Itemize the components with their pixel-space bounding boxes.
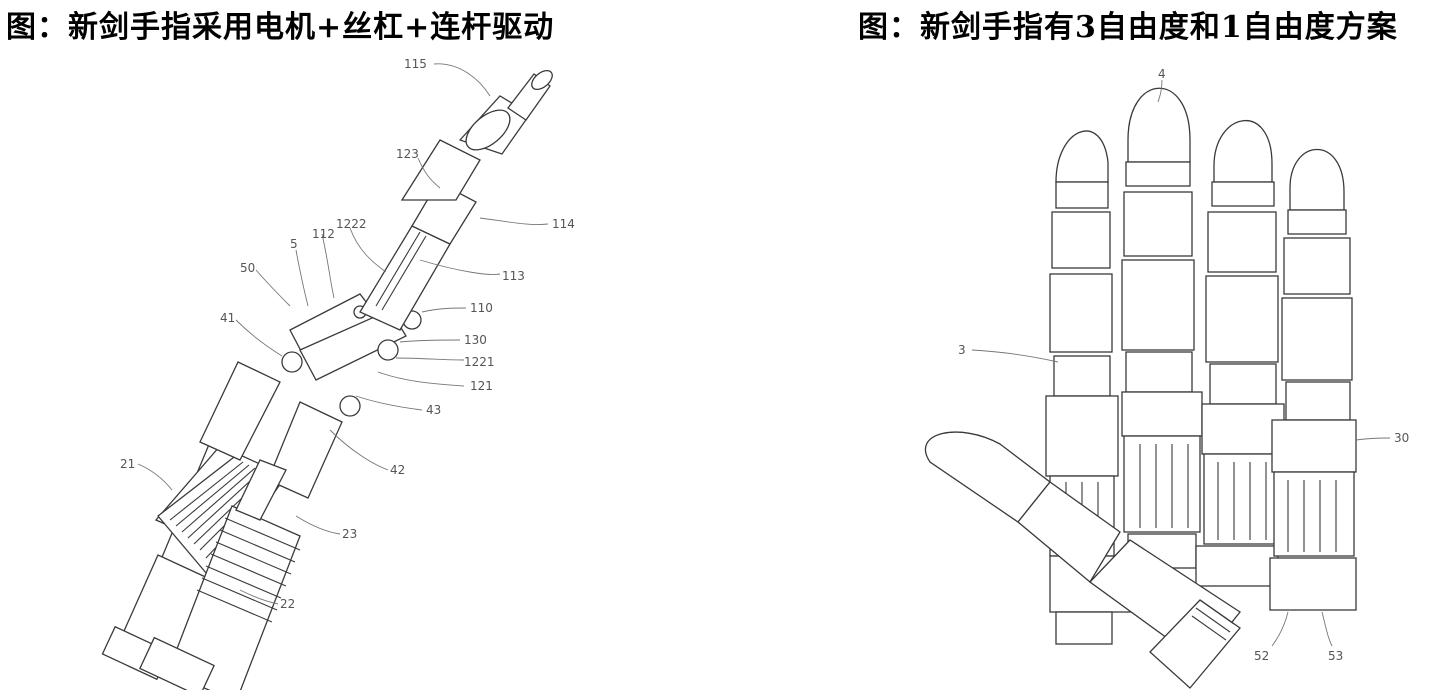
svg-text:52: 52 <box>1254 649 1269 663</box>
svg-text:121: 121 <box>470 379 493 393</box>
svg-text:115: 115 <box>404 57 427 71</box>
svg-text:43: 43 <box>426 403 441 417</box>
right-figure-title: 图：新剑手指有3自由度和1自由度方案 <box>858 10 1398 45</box>
svg-text:123: 123 <box>396 147 419 161</box>
svg-text:50: 50 <box>240 261 255 275</box>
svg-text:5: 5 <box>290 237 298 251</box>
finger-4 <box>1269 149 1357 611</box>
hand-drawing: 4 3 30 52 53 <box>900 52 1450 692</box>
svg-text:3: 3 <box>958 343 966 357</box>
svg-text:130: 130 <box>464 333 487 347</box>
svg-text:1221: 1221 <box>464 355 495 369</box>
svg-text:113: 113 <box>502 269 525 283</box>
finger-2 <box>1121 87 1203 569</box>
finger-linkage-drawing: 115 123 114 1222 112 5 113 50 110 41 130… <box>60 50 620 690</box>
svg-text:53: 53 <box>1328 649 1343 663</box>
svg-text:1222: 1222 <box>336 217 367 231</box>
svg-text:112: 112 <box>312 227 335 241</box>
svg-text:23: 23 <box>342 527 357 541</box>
svg-text:21: 21 <box>120 457 135 471</box>
svg-text:42: 42 <box>390 463 405 477</box>
svg-text:110: 110 <box>470 301 493 315</box>
svg-text:114: 114 <box>552 217 575 231</box>
left-figure-title: 图：新剑手指采用电机+丝杠+连杆驱动 <box>6 10 555 45</box>
svg-text:41: 41 <box>220 311 235 325</box>
svg-text:22: 22 <box>280 597 295 611</box>
svg-text:4: 4 <box>1158 67 1166 81</box>
finger-3 <box>1195 120 1285 587</box>
svg-text:30: 30 <box>1394 431 1409 445</box>
